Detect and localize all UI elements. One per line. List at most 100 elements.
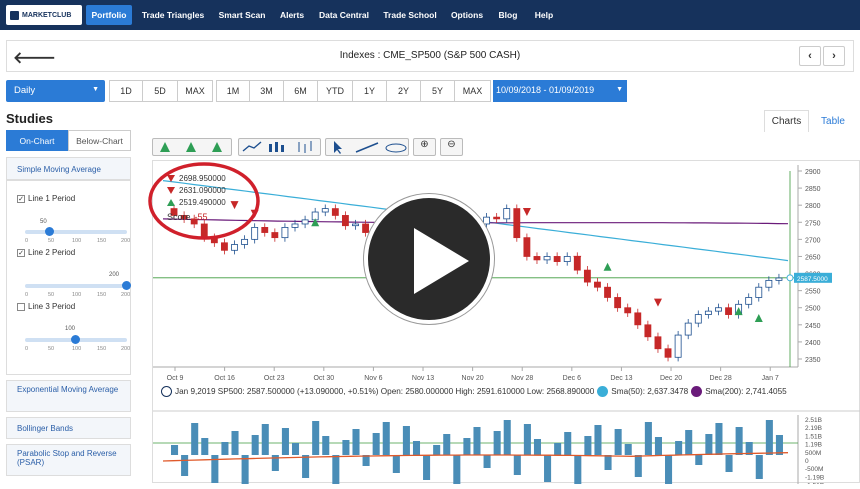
range-3m-button[interactable]: 3M bbox=[249, 80, 284, 102]
volume-bar bbox=[382, 422, 390, 455]
volume-y-tick-label: 2.19B bbox=[805, 425, 822, 432]
candle bbox=[594, 281, 601, 288]
tick: 100 bbox=[72, 292, 82, 298]
ema-section-header[interactable]: Exponential Moving Average bbox=[6, 380, 131, 412]
range-5d-button[interactable]: 5D bbox=[142, 80, 178, 102]
line1-checkbox[interactable]: ✓ bbox=[17, 194, 25, 203]
volume-bar bbox=[261, 424, 269, 455]
nav-trade-school[interactable]: Trade School bbox=[378, 5, 442, 25]
x-tick-label: Nov 20 bbox=[462, 375, 484, 382]
line2-checkbox[interactable]: ✓ bbox=[17, 248, 25, 257]
nav-blog[interactable]: Blog bbox=[492, 5, 524, 25]
logo-text: MARKETCLUB bbox=[22, 11, 72, 19]
volume-bar bbox=[644, 422, 652, 455]
zoom-in-icon[interactable]: ⊕ bbox=[413, 138, 436, 156]
x-tick-label: Dec 13 bbox=[610, 375, 632, 382]
nav-smart-scan[interactable]: Smart Scan bbox=[214, 5, 270, 25]
candle bbox=[281, 227, 289, 239]
y-tick-label: 2550 bbox=[805, 289, 821, 296]
range-1m-button[interactable]: 1M bbox=[216, 80, 250, 102]
range-5y-button[interactable]: 5Y bbox=[420, 80, 455, 102]
price-series-icon bbox=[161, 386, 172, 397]
chart-type-icons bbox=[242, 141, 312, 153]
line3-row[interactable]: Line 3 Period bbox=[17, 302, 75, 311]
range-1d-button[interactable]: 1D bbox=[109, 80, 143, 102]
nav-alerts[interactable]: Alerts bbox=[274, 5, 310, 25]
drawing-tool-icons bbox=[334, 141, 407, 154]
sma-section-header[interactable]: Simple Moving Average bbox=[6, 157, 131, 180]
tick: 0 bbox=[25, 292, 29, 298]
prev-button[interactable]: ‹ bbox=[799, 46, 821, 66]
psar-section-header[interactable]: Parabolic Stop and Reverse (PSAR) bbox=[6, 444, 131, 476]
range-max-button[interactable]: MAX bbox=[454, 80, 491, 102]
line3-slider-knob[interactable] bbox=[71, 335, 80, 344]
nav-options[interactable]: Options bbox=[446, 5, 488, 25]
line2-slider-knob[interactable] bbox=[122, 281, 131, 290]
x-tick-label: Oct 16 bbox=[214, 375, 235, 382]
line2-slider[interactable] bbox=[25, 281, 131, 290]
volume-bar bbox=[624, 444, 632, 455]
tab-below-chart[interactable]: Below-Chart bbox=[68, 130, 131, 151]
candle bbox=[604, 286, 611, 298]
line1-slider[interactable] bbox=[25, 227, 127, 236]
candle bbox=[352, 223, 359, 227]
tab-charts[interactable]: Charts bbox=[764, 110, 809, 132]
volume-bar bbox=[614, 429, 622, 455]
volume-bar bbox=[463, 438, 471, 455]
line1-slider-knob[interactable] bbox=[45, 227, 54, 236]
volume-bar bbox=[715, 423, 723, 455]
tick: 200 bbox=[121, 238, 131, 244]
volume-bar bbox=[735, 427, 743, 455]
volume-bar bbox=[312, 421, 320, 455]
line3-slider[interactable] bbox=[25, 335, 127, 344]
line3-value: 100 bbox=[65, 326, 76, 332]
range-6m-button[interactable]: 6M bbox=[283, 80, 318, 102]
date-range-select[interactable]: 10/09/2018 - 01/09/2019 ▼ bbox=[493, 80, 627, 102]
volume-bar bbox=[493, 431, 501, 455]
range-1y-button[interactable]: 1Y bbox=[352, 80, 387, 102]
volume-bar bbox=[513, 455, 521, 475]
nav-portfolio[interactable]: Portfolio bbox=[86, 5, 132, 25]
page-title: Indexes : CME_SP500 (S&P 500 CASH) bbox=[339, 50, 521, 61]
line1-label: Line 1 Period bbox=[28, 194, 76, 203]
candle bbox=[483, 216, 490, 225]
volume-y-tick-label: 1.19B bbox=[805, 442, 822, 449]
candle bbox=[674, 334, 682, 358]
next-button[interactable]: › bbox=[823, 46, 845, 66]
tick: 50 bbox=[48, 292, 55, 298]
zoom-out-icon[interactable]: ⊖ bbox=[440, 138, 463, 156]
volume-bar bbox=[564, 432, 572, 455]
marketclub-logo[interactable]: MARKETCLUB bbox=[6, 5, 82, 25]
video-play-button[interactable] bbox=[364, 194, 494, 324]
nav-help[interactable]: Help bbox=[528, 5, 560, 25]
x-tick-label: Oct 30 bbox=[313, 375, 334, 382]
line3-checkbox[interactable] bbox=[17, 302, 25, 311]
tab-table[interactable]: Table bbox=[812, 110, 854, 132]
candle bbox=[614, 297, 622, 309]
line2-value: 200 bbox=[109, 272, 120, 278]
tab-on-chart[interactable]: On-Chart bbox=[6, 130, 68, 151]
bollinger-section-header[interactable]: Bollinger Bands bbox=[6, 417, 131, 439]
volume-bar bbox=[221, 442, 229, 455]
date-range-value: 10/09/2018 - 01/09/2019 bbox=[496, 85, 595, 95]
volume-bar bbox=[473, 427, 481, 455]
nav-trade-triangles[interactable]: Trade Triangles bbox=[137, 5, 209, 25]
line3-label: Line 3 Period bbox=[28, 302, 76, 311]
volume-bar bbox=[675, 441, 683, 455]
volume-bar bbox=[483, 455, 491, 468]
drawing-tools[interactable] bbox=[325, 138, 409, 156]
trade-triangle-toggles[interactable] bbox=[152, 138, 232, 156]
line2-row[interactable]: ✓ Line 2 Period bbox=[17, 248, 75, 257]
range-ytd-button[interactable]: YTD bbox=[317, 80, 353, 102]
x-tick-label: Dec 6 bbox=[563, 375, 581, 382]
nav-data-central[interactable]: Data Central bbox=[314, 5, 374, 25]
chart-type-toggles[interactable] bbox=[238, 138, 321, 156]
range-max-intraday-button[interactable]: MAX bbox=[177, 80, 213, 102]
last-price-label: 2587.5000 bbox=[797, 276, 828, 283]
volume-bar bbox=[201, 438, 209, 455]
volume-y-tick-label: 0 bbox=[805, 458, 809, 465]
range-2y-button[interactable]: 2Y bbox=[386, 80, 421, 102]
period-select[interactable]: Daily ▼ bbox=[6, 80, 105, 102]
line1-row[interactable]: ✓ Line 1 Period bbox=[17, 194, 75, 203]
volume-y-tick-label: 2.51B bbox=[805, 417, 822, 424]
